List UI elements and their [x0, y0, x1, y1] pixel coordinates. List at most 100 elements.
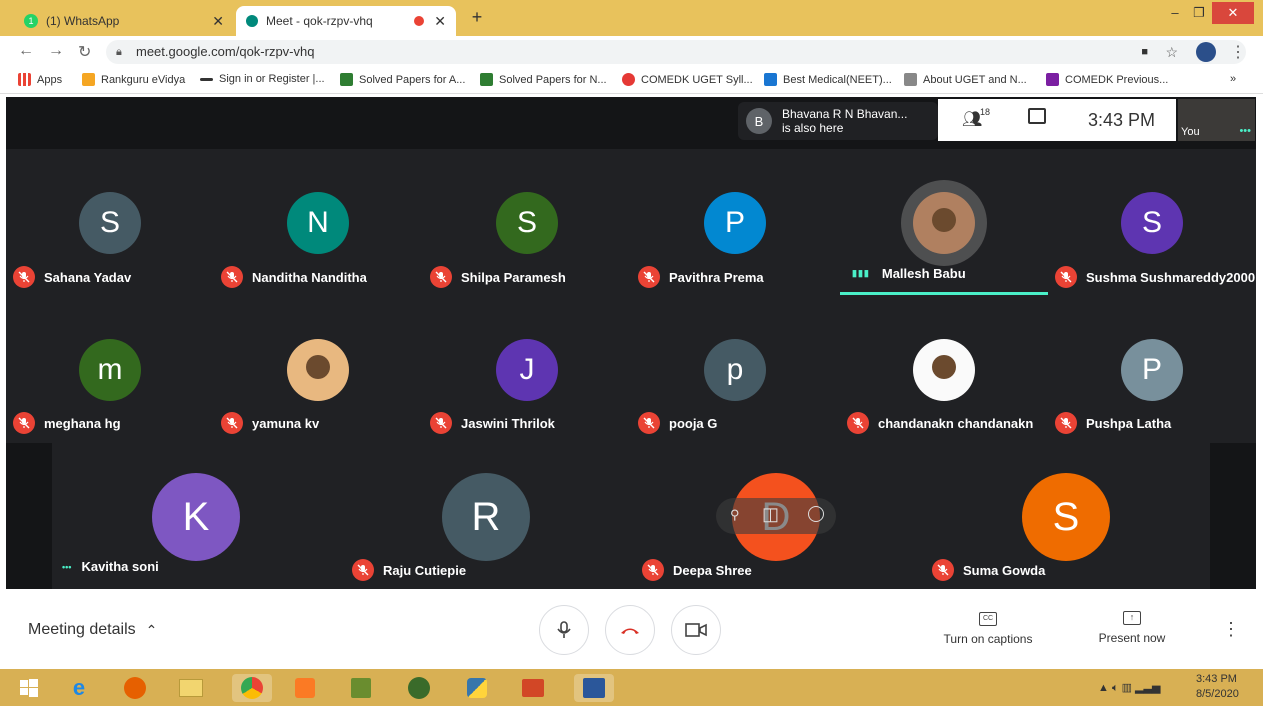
close-tab-icon[interactable]: ✕ — [212, 13, 224, 30]
participant-avatar[interactable]: R — [442, 473, 530, 561]
back-icon[interactable]: ← — [18, 42, 34, 60]
muted-mic-icon — [638, 266, 660, 288]
close-window-button[interactable]: ✕ — [1212, 2, 1254, 24]
forward-icon[interactable]: → — [48, 42, 64, 60]
rankguru-icon — [82, 73, 95, 86]
leave-call-button[interactable] — [605, 605, 655, 655]
participant-avatar[interactable]: S — [79, 192, 141, 254]
participant-avatar[interactable]: P — [1121, 339, 1183, 401]
participant-avatar[interactable]: J — [496, 339, 558, 401]
participant-name-row: meghana hg — [13, 412, 121, 434]
comedk-prev-icon — [1046, 73, 1059, 86]
camera-icon[interactable]: ■ — [1141, 40, 1148, 64]
bookmark-best-medical[interactable]: Best Medical(NEET)... — [764, 73, 892, 86]
chrome-icon[interactable] — [232, 674, 272, 702]
participant-name: Shilpa Paramesh — [461, 269, 566, 285]
participant-avatar[interactable]: S — [1022, 473, 1110, 561]
xampp-icon[interactable] — [290, 674, 320, 702]
self-preview-tile[interactable]: You ••• — [1178, 99, 1255, 141]
browser-tab-bar: 1 Meet - qok-rzpv-vhq (1) WhatsApp ✕ Mee… — [0, 0, 1263, 36]
chat-icon[interactable] — [1028, 108, 1046, 124]
tab-whatsapp[interactable]: 1 Meet - qok-rzpv-vhq (1) WhatsApp ✕ — [14, 6, 234, 36]
muted-mic-icon — [1055, 266, 1077, 288]
meeting-details-button[interactable]: Meeting details ⌃ — [28, 621, 157, 639]
participant-avatar[interactable] — [913, 339, 975, 401]
participant-name-row: Sushma Sushmareddy2000 — [1055, 266, 1255, 288]
participant-name-row: Nanditha Nanditha — [221, 266, 367, 288]
url-input[interactable]: 🔒︎ meet.google.com/qok-rzpv-vhq ■ ☆ — [106, 40, 1246, 64]
internet-explorer-icon[interactable]: e — [64, 674, 94, 702]
menu-kebab-icon[interactable]: ⋮ — [1230, 42, 1246, 62]
join-notification: B Bhavana R N Bhavan... is also here — [738, 102, 938, 140]
muted-mic-icon — [221, 412, 243, 434]
tile-hover-controls: ⚲ ◫ — [716, 498, 836, 534]
bookmark-solved-n[interactable]: Solved Papers for N... — [480, 73, 607, 86]
system-tray-icons[interactable]: ▲ 🔈︎ ▥ ▂▃▅ — [1098, 681, 1160, 695]
taskbar-time: 3:43 PM — [1196, 673, 1237, 685]
participant-name-row: Shilpa Paramesh — [430, 266, 566, 288]
remove-icon[interactable] — [808, 506, 824, 522]
bookmark-comedk-syll[interactable]: COMEDK UGET Syll... — [622, 73, 753, 86]
face-photo-icon — [931, 207, 957, 233]
video-camera-icon — [685, 623, 707, 637]
participant-name-row: Pavithra Prema — [638, 266, 764, 288]
participant-avatar[interactable]: S — [1121, 192, 1183, 254]
word-icon[interactable] — [574, 674, 614, 702]
muted-mic-icon — [13, 412, 35, 434]
start-windows-icon[interactable] — [14, 674, 44, 702]
profile-avatar[interactable] — [1196, 42, 1216, 62]
new-tab-button[interactable]: + — [462, 6, 492, 28]
participant-avatar[interactable]: m — [79, 339, 141, 401]
participant-avatar[interactable]: K — [152, 473, 240, 561]
bookmark-about-uget[interactable]: About UGET and N... — [904, 73, 1027, 86]
closed-captions-icon: CC — [979, 612, 997, 626]
bookmark-apps[interactable]: Apps — [18, 73, 62, 86]
participant-name-row: Suma Gowda — [932, 559, 1045, 581]
participant-avatar[interactable]: P — [704, 192, 766, 254]
restore-button[interactable]: ❐ — [1184, 2, 1214, 24]
meet-bottom-bar: Meeting details ⌃ CC Turn on captions ↑ … — [0, 589, 1263, 669]
tools-icon[interactable] — [346, 674, 376, 702]
pin-icon[interactable]: ⚲ — [730, 507, 740, 523]
participant-name: Pavithra Prema — [669, 269, 764, 285]
star-icon[interactable]: ☆ — [1165, 40, 1178, 64]
participant-avatar[interactable] — [913, 192, 975, 254]
firefox-icon[interactable] — [120, 674, 150, 702]
present-now-button[interactable]: ↑ Present now — [1094, 607, 1170, 645]
participant-avatar[interactable]: S — [496, 192, 558, 254]
camera-button[interactable] — [671, 605, 721, 655]
bookmarks-more-button[interactable]: » — [1230, 73, 1236, 85]
close-tab-icon[interactable]: ✕ — [434, 13, 446, 30]
chevron-up-icon: ⌃ — [145, 621, 158, 638]
face-photo-icon — [305, 354, 331, 380]
bookmark-comedk-prev[interactable]: COMEDK Previous... — [1046, 73, 1168, 86]
bookmark-signin[interactable]: Sign in or Register |... — [200, 73, 325, 85]
taskbar-date: 8/5/2020 — [1196, 688, 1239, 700]
self-options-icon[interactable]: ••• — [1239, 125, 1251, 137]
tab-title-meet: Meet - qok-rzpv-vhq — [266, 14, 373, 28]
participant-name: Suma Gowda — [963, 562, 1046, 578]
participant-avatar[interactable]: N — [287, 192, 349, 254]
bookmark-rankguru[interactable]: Rankguru eVidya — [82, 73, 185, 86]
mute-participant-icon[interactable]: ◫ — [762, 504, 779, 525]
python-icon[interactable] — [462, 674, 492, 702]
meet-info-bar: 👥︎ 18 3:43 PM — [938, 99, 1176, 141]
tab-meet[interactable]: Meet - qok-rzpv-vhq ✕ — [236, 6, 456, 36]
participant-name-row: yamuna kv — [221, 412, 319, 434]
app-icon[interactable] — [404, 674, 434, 702]
reload-icon[interactable]: ↻ — [78, 42, 91, 62]
captions-button[interactable]: CC Turn on captions — [940, 607, 1036, 646]
presentation-icon[interactable] — [518, 674, 548, 702]
participant-name: yamuna kv — [252, 415, 320, 431]
present-icon: ↑ — [1123, 611, 1141, 625]
participant-avatar[interactable]: p — [704, 339, 766, 401]
bookmark-solved-a[interactable]: Solved Papers for A... — [340, 73, 465, 86]
more-options-icon[interactable]: ⋮ — [1222, 619, 1240, 640]
checkmark-icon — [480, 73, 493, 86]
options-dots-icon[interactable]: ••• — [62, 562, 71, 572]
participant-avatar[interactable] — [287, 339, 349, 401]
microphone-button[interactable] — [539, 605, 589, 655]
participant-name-row: ▮▮▮ Mallesh Babu — [852, 266, 966, 281]
file-explorer-icon[interactable] — [176, 674, 206, 702]
participant-name: meghana hg — [44, 415, 121, 431]
